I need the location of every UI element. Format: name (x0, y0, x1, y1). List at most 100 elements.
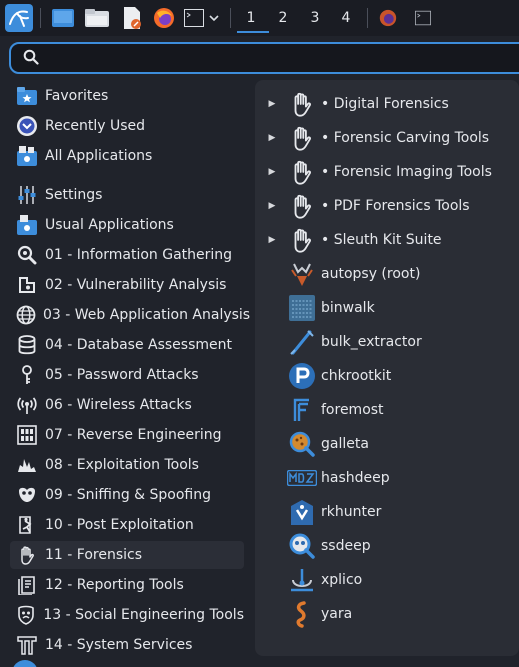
magnifier-icon (16, 244, 38, 266)
forensics-hand-icon (287, 191, 317, 221)
category-usual-applications[interactable]: Usual Applications (10, 211, 244, 239)
bulk-extractor-icon (287, 327, 317, 357)
exploitation-icon (16, 454, 38, 476)
category-system-services[interactable]: 14 - System Services (10, 631, 244, 659)
expand-arrow-icon[interactable]: ▶ (265, 235, 279, 245)
category-exploitation-tools[interactable]: 08 - Exploitation Tools (10, 451, 244, 479)
category-forensics[interactable]: 11 - Forensics (10, 541, 244, 569)
submenu-forensic-imaging-tools[interactable]: ▶ • Forensic Imaging Tools (265, 156, 515, 188)
all-applications-icon (16, 145, 38, 167)
show-desktop-icon (52, 9, 74, 27)
category-label: 03 - Web Application Analysis (43, 307, 251, 323)
app-ssdeep[interactable]: ssdeep (265, 530, 515, 562)
terminal-icon (184, 9, 204, 27)
ssdeep-icon (287, 531, 317, 561)
category-wireless-attacks[interactable]: 06 - Wireless Attacks (10, 391, 244, 419)
yara-icon (287, 599, 317, 629)
xplico-icon (287, 565, 317, 595)
submenu-pdf-forensics-tools[interactable]: ▶ • PDF Forensics Tools (265, 190, 515, 222)
show-desktop-button[interactable] (50, 5, 76, 31)
chevron-down-icon[interactable] (208, 13, 220, 23)
category-settings[interactable]: Settings (10, 181, 244, 209)
rkhunter-icon (287, 497, 317, 527)
user-avatar[interactable] (12, 660, 38, 667)
forensics-hand-icon (16, 544, 38, 566)
app-label: xplico (321, 572, 363, 588)
category-sniffing-spoofing[interactable]: 09 - Sniffing & Spoofing (10, 481, 244, 509)
app-yara[interactable]: yara (265, 598, 515, 630)
kali-menu-button[interactable] (4, 4, 34, 32)
key-icon (16, 364, 38, 386)
workspace-3[interactable]: 3 (301, 4, 329, 32)
post-exploitation-icon (16, 514, 38, 536)
reverse-engineering-icon (16, 424, 38, 446)
panel-separator (367, 8, 368, 28)
category-information-gathering[interactable]: 01 - Information Gathering (10, 241, 244, 269)
category-reporting-tools[interactable]: 12 - Reporting Tools (10, 571, 244, 599)
vulnerability-icon (16, 274, 38, 296)
expand-arrow-icon[interactable]: ▶ (265, 167, 279, 177)
category-password-attacks[interactable]: 05 - Password Attacks (10, 361, 244, 389)
file-manager-button[interactable] (84, 5, 110, 31)
category-label: 12 - Reporting Tools (45, 577, 184, 593)
wireless-icon (16, 394, 38, 416)
app-label: autopsy (root) (321, 266, 421, 282)
app-binwalk[interactable]: binwalk (265, 292, 515, 324)
category-label: 13 - Social Engineering Tools (43, 607, 244, 623)
firefox-button[interactable] (151, 5, 177, 31)
kali-menu-icon (5, 4, 33, 32)
app-label: galleta (321, 436, 369, 452)
forensics-hand-icon (287, 225, 317, 255)
firefox-window-button[interactable] (376, 5, 400, 31)
workspace-1[interactable]: 1 (237, 4, 269, 33)
expand-arrow-icon[interactable]: ▶ (265, 99, 279, 109)
autopsy-icon (287, 259, 317, 289)
forensics-hand-icon (287, 157, 317, 187)
file-manager-icon (85, 9, 109, 27)
expand-arrow-icon[interactable]: ▶ (265, 201, 279, 211)
database-icon (16, 334, 38, 356)
category-all-applications[interactable]: All Applications (10, 142, 244, 170)
submenu-sleuth-kit-suite[interactable]: ▶ • Sleuth Kit Suite (265, 224, 515, 256)
category-favorites[interactable]: Favorites (10, 82, 244, 110)
app-bulk-extractor[interactable]: bulk_extractor (265, 326, 515, 358)
submenu-forensic-carving-tools[interactable]: ▶ • Forensic Carving Tools (265, 122, 515, 154)
recently-used-icon (16, 115, 38, 137)
workspace-2[interactable]: 2 (269, 4, 297, 32)
terminal-button[interactable] (182, 5, 222, 31)
forensics-hand-icon (287, 123, 317, 153)
app-xplico[interactable]: xplico (265, 564, 515, 596)
app-label: chkrootkit (321, 368, 392, 384)
binwalk-icon (287, 293, 317, 323)
category-post-exploitation[interactable]: 10 - Post Exploitation (10, 511, 244, 539)
category-recently-used[interactable]: Recently Used (10, 112, 244, 140)
category-label: 07 - Reverse Engineering (45, 427, 222, 443)
category-reverse-engineering[interactable]: 07 - Reverse Engineering (10, 421, 244, 449)
app-chkrootkit[interactable]: chkrootkit (265, 360, 515, 392)
submenu-label: • Forensic Carving Tools (321, 130, 490, 146)
expand-arrow-icon[interactable]: ▶ (265, 133, 279, 143)
app-hashdeep[interactable]: hashdeep (265, 462, 515, 494)
category-database-assessment[interactable]: 04 - Database Assessment (10, 331, 244, 359)
usual-applications-icon (16, 214, 38, 236)
terminal-window-button[interactable] (411, 5, 435, 31)
search-input[interactable] (49, 48, 509, 68)
workspace-4[interactable]: 4 (332, 4, 360, 32)
category-vulnerability-analysis[interactable]: 02 - Vulnerability Analysis (10, 271, 244, 299)
app-label: foremost (321, 402, 384, 418)
submenu-digital-forensics[interactable]: ▶ • Digital Forensics (265, 88, 515, 120)
text-editor-button[interactable] (120, 5, 144, 31)
submenu-label: • PDF Forensics Tools (321, 198, 470, 214)
forensics-hand-icon (287, 89, 317, 119)
app-autopsy[interactable]: autopsy (root) (265, 258, 515, 290)
app-rkhunter[interactable]: rkhunter (265, 496, 515, 528)
app-label: ssdeep (321, 538, 371, 554)
search-box[interactable] (9, 42, 519, 74)
app-galleta[interactable]: galleta (265, 428, 515, 460)
application-pane: ▶ • Digital Forensics ▶ • Forensic Carvi… (255, 80, 519, 656)
app-foremost[interactable]: foremost (265, 394, 515, 426)
category-social-engineering-tools[interactable]: 13 - Social Engineering Tools (10, 601, 244, 629)
category-web-application-analysis[interactable]: 03 - Web Application Analysis (10, 301, 250, 329)
category-label: Favorites (45, 88, 109, 104)
category-label: 14 - System Services (45, 637, 193, 653)
